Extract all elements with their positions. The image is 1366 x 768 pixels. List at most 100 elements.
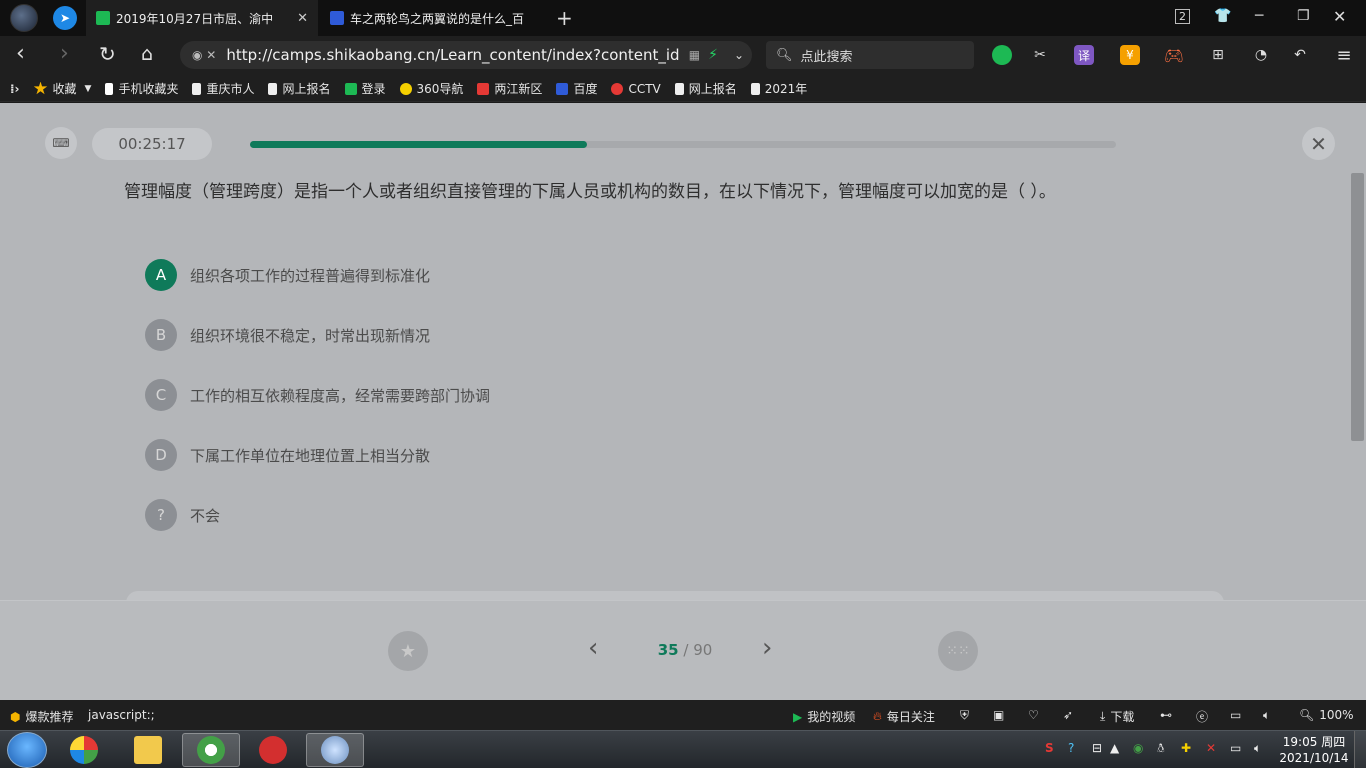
tab-1[interactable]: 2019年10月27日市屈、渝中 ✕ <box>86 0 318 36</box>
close-window-button[interactable]: ✕ <box>1333 7 1346 26</box>
my-video-button[interactable]: ▶ 我的视频 <box>793 708 855 725</box>
bookmark-item[interactable]: 两江新区 <box>477 80 542 97</box>
bookmark-favorites[interactable]: 收藏 ▼ <box>33 80 92 97</box>
back-button[interactable]: ‹ <box>16 43 25 65</box>
tab-2[interactable]: 车之两轮鸟之两翼说的是什么_百 <box>320 0 548 36</box>
url-text[interactable]: http://camps.shikaobang.cn/Learn_content… <box>226 46 680 64</box>
chevron-down-icon[interactable]: ⌄ <box>734 48 744 62</box>
minimize-button[interactable]: ─ <box>1255 8 1263 24</box>
bookmark-item[interactable]: 登录 <box>344 80 386 97</box>
speaker-icon[interactable]: 🔈︎ <box>1254 741 1261 756</box>
taskbar-browser[interactable] <box>182 733 240 767</box>
daily-focus-button[interactable]: 🔥︎ 每日关注 <box>873 708 935 725</box>
chevron-down-icon[interactable]: ▼ <box>85 84 92 94</box>
window-count-badge[interactable]: 2 <box>1175 9 1190 24</box>
search-input[interactable]: 🔍︎ 点此搜索 <box>766 41 974 69</box>
option-text[interactable]: 下属工作单位在地理位置上相当分散 <box>190 445 430 466</box>
tray-plus-icon[interactable]: ✚ <box>1181 741 1191 755</box>
menu-icon[interactable]: ≡ <box>1334 45 1354 66</box>
skin-icon[interactable]: 👕 <box>1214 8 1231 24</box>
home-button[interactable]: ⌂ <box>141 43 153 65</box>
ie-icon[interactable]: ⓔ <box>1196 708 1208 725</box>
option-text[interactable]: 组织各项工作的过程普遍得到标准化 <box>190 265 430 286</box>
option-text[interactable]: 工作的相互依赖程度高，经常需要跨部门协调 <box>190 385 490 406</box>
sidebar-toggle-icon[interactable]: ⁞› <box>10 82 20 96</box>
bookmark-item[interactable]: 重庆市人 <box>192 80 254 97</box>
option-text[interactable]: 组织环境很不稳定，时常出现新情况 <box>190 325 430 346</box>
option-a[interactable]: A 组织各项工作的过程普遍得到标准化 <box>145 259 430 291</box>
option-c[interactable]: C 工作的相互依赖程度高，经常需要跨部门协调 <box>145 379 490 411</box>
previous-question-button[interactable]: ‹ <box>588 635 598 661</box>
restore-button[interactable]: ❐ <box>1297 8 1310 24</box>
download-button[interactable]: ⤓ 下载 <box>1100 708 1134 725</box>
qr-code-icon[interactable]: ▦ <box>689 48 700 62</box>
forward-button[interactable]: › <box>60 43 69 65</box>
folder-icon <box>134 736 162 764</box>
tray-360-icon[interactable]: ◉ <box>1133 741 1143 755</box>
image-icon[interactable]: ▣ <box>993 708 1004 722</box>
health-icon[interactable]: ♡ <box>1028 708 1039 722</box>
bookmark-item[interactable]: 网上报名 <box>674 80 737 97</box>
bookmark-item[interactable]: 360导航 <box>399 80 463 97</box>
bookmark-item[interactable]: 手机收藏夹 <box>105 80 178 97</box>
option-text[interactable]: 不会 <box>190 505 220 526</box>
close-tab-icon[interactable]: ✕ <box>297 11 308 26</box>
option-unknown[interactable]: ? 不会 <box>145 499 220 531</box>
new-tab-button[interactable]: + <box>556 6 573 30</box>
recommend-item[interactable]: ⬢ 爆款推荐 <box>10 708 74 725</box>
option-letter[interactable]: B <box>145 319 177 351</box>
shield-icon[interactable]: ⛨ <box>960 708 969 723</box>
rocket-icon[interactable]: ➶ <box>1063 708 1073 722</box>
option-letter[interactable]: D <box>145 439 177 471</box>
qq-icon[interactable]: 🐧︎ <box>1157 741 1164 757</box>
favorite-star-icon[interactable]: ★ <box>388 631 428 671</box>
show-desktop-button[interactable] <box>1354 731 1366 768</box>
address-bar[interactable]: ◉ ✕ http://camps.shikaobang.cn/Learn_con… <box>180 41 752 69</box>
send-icon[interactable]: ➤ <box>53 6 77 30</box>
taskbar-explorer[interactable] <box>119 733 177 767</box>
speed-mode-icon[interactable]: ⚡ <box>708 47 718 63</box>
game-icon[interactable]: 🎮︎ <box>1164 45 1184 65</box>
question-grid-icon[interactable]: ⁙⁙ <box>938 631 978 671</box>
user-avatar[interactable] <box>10 4 38 32</box>
display-icon[interactable]: ▭ <box>1230 741 1241 755</box>
tray-icon[interactable]: ⊟ <box>1092 741 1102 755</box>
translate-icon[interactable]: 译 <box>1074 45 1094 65</box>
sogou-icon[interactable]: S <box>1045 741 1054 755</box>
apps-grid-icon[interactable]: ⊞ <box>1208 45 1228 65</box>
option-d[interactable]: D 下属工作单位在地理位置上相当分散 <box>145 439 430 471</box>
reader-icon[interactable] <box>992 45 1012 65</box>
shield-coupon-icon[interactable]: ¥ <box>1120 45 1140 65</box>
scissors-icon[interactable]: ✂ <box>1030 45 1050 65</box>
bookmark-item[interactable]: 网上报名 <box>268 80 331 97</box>
option-letter[interactable]: A <box>145 259 177 291</box>
system-clock[interactable]: 19:05 周四 2021/10/14 <box>1276 734 1352 766</box>
bookmark-item[interactable]: 百度 <box>556 80 597 97</box>
close-icon[interactable]: ✕ <box>1302 127 1335 160</box>
clock-time: 19:05 <box>1282 735 1318 749</box>
network-icon[interactable]: ✕ <box>1206 741 1216 755</box>
zoom-control[interactable]: 🔍︎ 100% <box>1299 708 1354 722</box>
start-button[interactable] <box>7 732 47 768</box>
next-question-button[interactable]: › <box>762 635 772 661</box>
window-icon[interactable]: ▭ <box>1230 708 1241 722</box>
undo-close-icon[interactable]: ↶ <box>1290 45 1310 65</box>
volume-icon[interactable]: 🔈︎ <box>1263 708 1270 723</box>
glasses-icon[interactable]: ⊷ <box>1160 708 1172 722</box>
keyboard-icon[interactable]: ⌨ <box>45 127 77 159</box>
option-b[interactable]: B 组织环境很不稳定，时常出现新情况 <box>145 319 430 351</box>
bookmark-item[interactable]: CCTV <box>611 82 661 96</box>
taskbar-app[interactable] <box>306 733 364 767</box>
tray-expand-icon[interactable]: ▲ <box>1110 741 1119 755</box>
option-letter[interactable]: ? <box>145 499 177 531</box>
taskbar-music[interactable] <box>244 733 302 767</box>
help-icon[interactable]: ? <box>1068 741 1074 755</box>
scrollbar[interactable] <box>1351 173 1364 441</box>
browser-tab-bar: ➤ 2019年10月27日市屈、渝中 ✕ 车之两轮鸟之两翼说的是什么_百 + 2… <box>0 0 1366 36</box>
bookmark-item[interactable]: 2021年 <box>750 80 807 97</box>
site-security-icon[interactable]: ◉ ✕ <box>192 48 216 62</box>
taskbar-app[interactable] <box>55 733 113 767</box>
history-icon[interactable]: ◔ <box>1251 45 1271 65</box>
option-letter[interactable]: C <box>145 379 177 411</box>
reload-button[interactable]: ↻ <box>99 43 116 65</box>
